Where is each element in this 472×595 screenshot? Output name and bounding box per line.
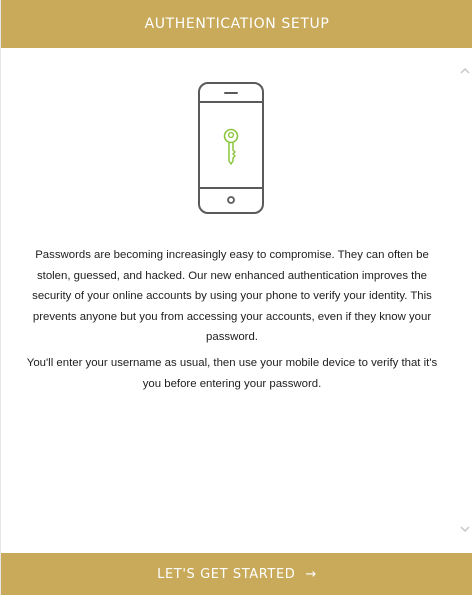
description-text: Passwords are becoming increasingly easy… [23,245,441,399]
dialog-content: Passwords are becoming increasingly easy… [1,48,459,553]
authentication-setup-dialog: AUTHENTICATION SETUP Passwords are becom… [0,0,472,595]
phone-key-icon [194,81,268,217]
lets-get-started-label: LET'S GET STARTED [157,566,296,582]
dialog-title: AUTHENTICATION SETUP [144,16,330,32]
lets-get-started-button[interactable]: LET'S GET STARTED → [1,553,472,595]
scroll-down-chevron-icon[interactable] [460,524,470,534]
description-paragraph-2: You'll enter your username as usual, the… [26,356,438,390]
arrow-right-icon: → [305,566,317,582]
scroll-up-chevron-icon[interactable] [460,66,470,76]
description-paragraph-1: Passwords are becoming increasingly easy… [32,249,432,344]
vertical-scrollbar[interactable] [458,48,472,553]
dialog-header: AUTHENTICATION SETUP [1,0,472,48]
